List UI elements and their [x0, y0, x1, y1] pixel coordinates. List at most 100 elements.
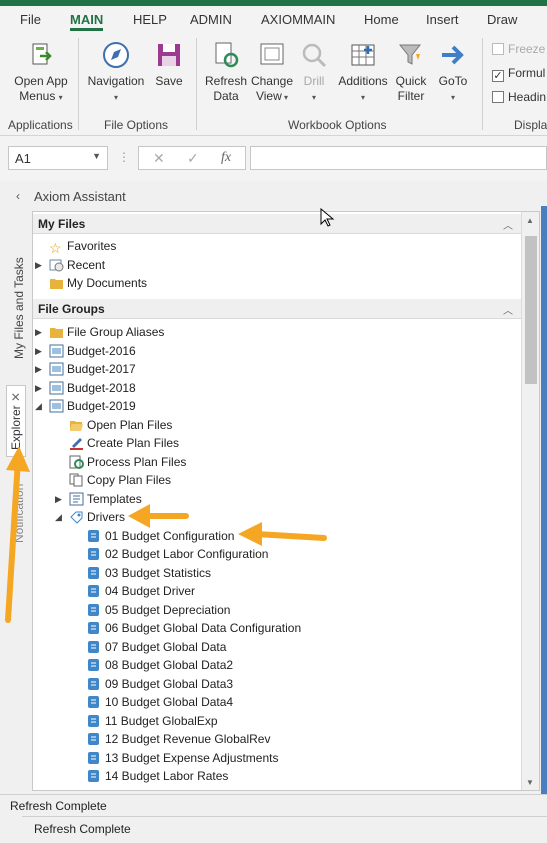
formula-input[interactable] — [250, 146, 547, 170]
tab-help[interactable]: HELP — [133, 12, 167, 27]
tree-item-budget-2016[interactable]: ▶ Budget-2016 — [35, 343, 136, 361]
quick-filter-button[interactable]: Quick Filter — [394, 40, 428, 104]
tree-item-create-plan-files[interactable]: Create Plan Files — [69, 435, 179, 453]
tree-item-recent[interactable]: ▶ Recent — [35, 257, 106, 275]
save-button[interactable]: Save — [152, 40, 186, 89]
tree-item-open-plan-files[interactable]: Open Plan Files — [69, 417, 172, 435]
tab-my-files-and-tasks[interactable]: My Files and Tasks — [12, 257, 26, 359]
formula-checkbox[interactable]: ✓ Formul — [492, 66, 545, 82]
scroll-up-icon[interactable]: ▲ — [526, 216, 534, 225]
confirm-icon[interactable]: ✓ — [187, 150, 199, 167]
driver-label: 13 Budget Expense Adjustments — [105, 751, 279, 765]
driver-label: 07 Budget Global Data — [105, 640, 227, 654]
my-files-header-label: My Files — [38, 217, 86, 231]
driver-item[interactable]: 05 Budget Depreciation — [87, 602, 230, 620]
chevron-left-icon[interactable]: ‹ — [16, 189, 20, 203]
tree-item-favorites[interactable]: ☆ Favorites — [49, 238, 116, 256]
expand-icon[interactable]: ▶ — [35, 257, 42, 273]
vertical-scrollbar[interactable]: ▲ ▼ — [521, 212, 539, 790]
file-groups-header[interactable]: File Groups ︿ — [33, 299, 521, 319]
driver-item[interactable]: 07 Budget Global Data — [87, 639, 226, 657]
axiom-assistant-panel: ‹ Axiom Assistant My Files and Tasks Exp… — [0, 181, 547, 843]
template-icon — [69, 492, 84, 506]
chevron-down-icon[interactable]: ▼ — [92, 151, 101, 161]
driver-item[interactable]: 14 Budget Labor Rates — [87, 768, 228, 786]
open-app-menus-button[interactable]: Open App Menus ▾ — [10, 40, 72, 105]
my-files-header[interactable]: My Files ︿ — [33, 214, 521, 234]
drag-handle-icon[interactable]: ⋮ — [118, 150, 130, 164]
tab-main[interactable]: MAIN — [70, 12, 104, 31]
create-icon — [69, 436, 84, 450]
scroll-down-icon[interactable]: ▼ — [526, 778, 534, 787]
tree-item-copy-plan-files[interactable]: Copy Plan Files — [69, 472, 171, 490]
driver-item[interactable]: 13 Budget Expense Adjustments — [87, 750, 278, 768]
checkbox-box — [492, 91, 504, 103]
driver-file-icon — [87, 732, 102, 746]
driver-item[interactable]: 10 Budget Global Data4 — [87, 694, 233, 712]
tab-draw[interactable]: Draw — [487, 12, 517, 27]
status-text: Refresh Complete — [34, 822, 131, 836]
goto-button[interactable]: GoTo ▾ — [436, 40, 470, 105]
driver-item[interactable]: 12 Budget Revenue GlobalRev — [87, 731, 270, 749]
app-status-bar: Refresh Complete — [22, 816, 547, 840]
fx-icon[interactable]: fx — [221, 150, 231, 166]
cancel-icon[interactable]: ✕ — [153, 150, 165, 167]
collapse-up-icon[interactable]: ︿ — [503, 217, 513, 232]
tab-file[interactable]: File — [20, 12, 41, 27]
tree-item-my-documents[interactable]: My Documents — [49, 275, 147, 293]
tree-item-label: Recent — [67, 258, 106, 272]
tab-home[interactable]: Home — [364, 12, 399, 27]
driver-file-icon — [87, 640, 102, 654]
additions-button[interactable]: Additions ▾ — [336, 40, 390, 105]
tree-item-budget-2017[interactable]: ▶ Budget-2017 — [35, 361, 136, 379]
drill-button[interactable]: Drill ▾ — [298, 40, 330, 105]
tree-item-drivers[interactable]: ◢ Drivers — [55, 509, 125, 527]
collapse-icon[interactable]: ◢ — [55, 509, 62, 525]
driver-file-icon — [87, 677, 102, 691]
expand-icon[interactable]: ▶ — [35, 324, 42, 340]
open-folder-icon — [69, 418, 84, 432]
process-icon — [69, 455, 84, 469]
drivers-folder-icon — [69, 510, 84, 524]
navigation-button[interactable]: Navigation ▾ — [86, 40, 146, 105]
recent-icon — [49, 258, 64, 272]
formula-buttons: ✕ ✓ fx — [138, 146, 246, 170]
expand-icon[interactable]: ▶ — [55, 491, 62, 507]
tree-item-budget-2019[interactable]: ◢ Budget-2019 — [35, 398, 136, 416]
tree-item-label: Open Plan Files — [87, 418, 173, 432]
formula-bar: A1 ▼ ⋮ ✕ ✓ fx — [0, 136, 547, 181]
tree-item-label: Budget-2018 — [67, 381, 136, 395]
change-view-button[interactable]: Change View ▾ — [250, 40, 294, 105]
driver-item[interactable]: 08 Budget Global Data2 — [87, 657, 233, 675]
driver-file-icon — [87, 547, 102, 561]
refresh-data-button[interactable]: Refresh Data — [204, 40, 248, 104]
driver-label: 06 Budget Global Data Configuration — [105, 621, 302, 635]
tree-item-budget-2018[interactable]: ▶ Budget-2018 — [35, 380, 136, 398]
tree-item-file-group-aliases[interactable]: ▶ File Group Aliases — [35, 324, 164, 342]
open-app-icon — [32, 43, 52, 65]
tab-axiommain[interactable]: AXIOMMAIN — [261, 12, 335, 27]
tree-item-process-plan-files[interactable]: Process Plan Files — [69, 454, 186, 472]
ribbon: Open App Menus ▾ Navigation ▾ Save Applic… — [0, 34, 547, 136]
tab-admin[interactable]: ADMIN — [190, 12, 232, 27]
headings-checkbox[interactable]: Headin — [492, 90, 546, 104]
collapse-up-icon[interactable]: ︿ — [503, 302, 513, 317]
expand-icon[interactable]: ▶ — [35, 380, 42, 396]
driver-label: 04 Budget Driver — [105, 584, 196, 598]
scrollbar-thumb[interactable] — [525, 236, 537, 384]
driver-label: 10 Budget Global Data4 — [105, 695, 234, 709]
close-icon[interactable]: ✕ — [9, 392, 23, 402]
expand-icon[interactable]: ▶ — [35, 361, 42, 377]
driver-item[interactable]: 06 Budget Global Data Configuration — [87, 620, 301, 638]
driver-item[interactable]: 09 Budget Global Data3 — [87, 676, 233, 694]
tab-insert[interactable]: Insert — [426, 12, 459, 27]
driver-item[interactable]: 11 Budget GlobalExp — [87, 713, 218, 731]
collapse-icon[interactable]: ◢ — [35, 398, 42, 414]
name-box[interactable]: A1 ▼ — [8, 146, 108, 170]
tree-item-label: Process Plan Files — [87, 455, 187, 469]
annotation-arrow-icon — [128, 504, 189, 528]
expand-icon[interactable]: ▶ — [35, 343, 42, 359]
driver-item[interactable]: 03 Budget Statistics — [87, 565, 211, 583]
driver-item[interactable]: 04 Budget Driver — [87, 583, 195, 601]
freeze-checkbox[interactable]: Freeze — [492, 42, 545, 56]
